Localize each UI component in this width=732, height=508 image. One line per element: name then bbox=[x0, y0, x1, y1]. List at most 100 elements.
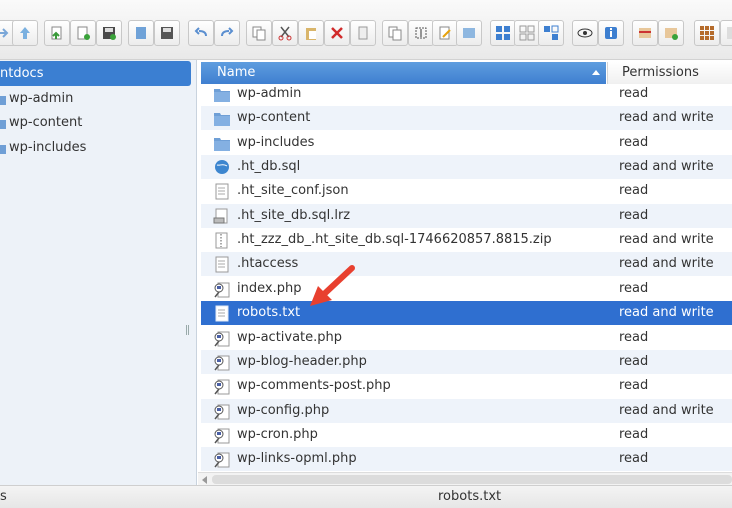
table-row[interactable]: wp-blog-header.php read bbox=[201, 349, 732, 374]
file-name: .ht_site_conf.json bbox=[237, 183, 349, 199]
column-header-label: Name bbox=[217, 65, 256, 80]
file-name: wp-activate.php bbox=[237, 329, 343, 345]
file-permissions: read bbox=[619, 451, 649, 467]
table-row[interactable]: .ht_site_conf.json read bbox=[201, 179, 732, 203]
file-permissions: read bbox=[619, 207, 649, 223]
duplicate-button[interactable] bbox=[382, 20, 408, 46]
tree-item-selected[interactable]: ntdocs bbox=[0, 61, 191, 86]
php-file-icon bbox=[214, 404, 230, 420]
file-name: wp-admin bbox=[237, 86, 302, 101]
rename-button[interactable] bbox=[408, 20, 434, 46]
archive-button[interactable] bbox=[632, 20, 658, 46]
status-left-text: s bbox=[0, 489, 7, 504]
redo-button[interactable] bbox=[214, 20, 240, 46]
horizontal-scrollbar[interactable] bbox=[198, 472, 732, 485]
table-row-selected[interactable]: robots.txt read and write bbox=[201, 301, 732, 326]
file-permissions: read and write bbox=[619, 305, 714, 321]
document-icon bbox=[215, 183, 229, 200]
open-button[interactable] bbox=[128, 20, 154, 46]
file-permissions: read and write bbox=[619, 402, 714, 418]
file-permissions: read bbox=[619, 183, 649, 199]
php-file-icon bbox=[214, 282, 230, 298]
new-file-button[interactable] bbox=[70, 20, 96, 46]
select-all-button[interactable] bbox=[538, 20, 564, 46]
file-name: wp-blog-header.php bbox=[237, 353, 367, 369]
table-row[interactable]: wp-comments-post.php read bbox=[201, 374, 732, 398]
file-name: .ht_site_db.sql.lrz bbox=[237, 207, 351, 223]
paste-button[interactable] bbox=[298, 20, 324, 46]
table-row[interactable]: .ht_site_db.sql.lrz read bbox=[201, 203, 732, 228]
table-row[interactable]: wp-config.php read and write bbox=[201, 398, 732, 423]
save-as-button[interactable] bbox=[154, 20, 180, 46]
file-name: wp-content bbox=[237, 110, 311, 126]
column-header-name[interactable]: Name bbox=[201, 62, 606, 84]
table-row[interactable]: wp-links-opml.php read bbox=[201, 447, 732, 472]
file-name: wp-config.php bbox=[237, 402, 330, 418]
file-permissions: read bbox=[619, 426, 649, 442]
extract-button[interactable] bbox=[456, 20, 482, 46]
info-icon[interactable] bbox=[598, 20, 624, 46]
file-name: wp-includes bbox=[237, 134, 315, 150]
cut-icon[interactable] bbox=[272, 20, 298, 46]
php-file-icon bbox=[214, 452, 230, 468]
toolbar bbox=[0, 0, 732, 60]
undo-button[interactable] bbox=[188, 20, 214, 46]
folder-icon bbox=[214, 113, 230, 127]
settings-icon[interactable] bbox=[720, 20, 732, 46]
table-row[interactable]: wp-cron.php read bbox=[201, 423, 732, 447]
folder-icon bbox=[0, 120, 6, 129]
table-row[interactable]: wp-content read and write bbox=[201, 106, 732, 131]
copy-button[interactable] bbox=[246, 20, 272, 46]
php-file-icon bbox=[214, 379, 230, 395]
table-row[interactable]: wp-includes read bbox=[201, 131, 732, 155]
file-permissions: read bbox=[619, 134, 649, 150]
list-view-button[interactable] bbox=[514, 20, 540, 46]
zip-file-icon bbox=[215, 232, 228, 249]
delete-icon[interactable] bbox=[324, 20, 350, 46]
table-row[interactable]: .ht_zzz_db_.ht_site_db.sql-1746620857.88… bbox=[201, 228, 732, 252]
table-row[interactable]: wp-activate.php read bbox=[201, 326, 732, 350]
file-permissions: read and write bbox=[619, 159, 714, 175]
column-header-permissions[interactable]: Permissions bbox=[607, 62, 732, 84]
folder-icon bbox=[214, 137, 230, 151]
scrollbar-thumb[interactable] bbox=[212, 475, 732, 484]
grid-icon[interactable] bbox=[694, 20, 720, 46]
file-name: .htaccess bbox=[237, 256, 299, 272]
folder-icon bbox=[0, 145, 6, 154]
document-icon bbox=[215, 256, 229, 273]
table-row[interactable]: .htaccess read and write bbox=[201, 252, 732, 277]
empty-button[interactable] bbox=[350, 20, 376, 46]
folder-icon bbox=[214, 89, 230, 102]
file-name: wp-comments-post.php bbox=[237, 378, 391, 394]
icons-view-button[interactable] bbox=[490, 20, 516, 46]
php-file-icon bbox=[214, 355, 230, 371]
up-folder-button[interactable] bbox=[12, 20, 38, 46]
upload-button[interactable] bbox=[44, 20, 70, 46]
table-row[interactable]: index.php read bbox=[201, 277, 732, 301]
file-name: wp-cron.php bbox=[237, 426, 318, 442]
file-permissions: read and write bbox=[619, 256, 714, 272]
php-file-icon bbox=[214, 428, 230, 444]
annotation-arrow-icon bbox=[310, 265, 355, 306]
table-row[interactable]: wp-admin read bbox=[201, 82, 732, 106]
eye-icon[interactable] bbox=[572, 20, 598, 46]
scroll-left-icon[interactable] bbox=[202, 476, 207, 484]
file-permissions: read and write bbox=[619, 232, 714, 248]
file-list: Name Permissions wp-admin read wp-content r… bbox=[198, 60, 732, 485]
text-file-icon bbox=[215, 305, 229, 322]
folder-icon bbox=[0, 96, 6, 105]
extract-archive-button[interactable] bbox=[658, 20, 684, 46]
file-permissions: read bbox=[619, 86, 649, 101]
file-permissions: read bbox=[619, 378, 649, 394]
sort-ascending-icon bbox=[592, 70, 600, 75]
folder-tree: ntdocs wp-admin wp-content wp-includes bbox=[0, 60, 197, 485]
file-name: .ht_zzz_db_.ht_site_db.sql-1746620857.88… bbox=[237, 232, 552, 248]
php-file-icon bbox=[214, 331, 230, 346]
file-permissions: read and write bbox=[619, 110, 714, 126]
edit-button[interactable] bbox=[432, 20, 458, 46]
table-row[interactable]: .ht_db.sql read and write bbox=[201, 155, 732, 180]
save-button[interactable] bbox=[96, 20, 122, 46]
panel-resize-handle[interactable] bbox=[186, 325, 189, 335]
file-permissions: read bbox=[619, 329, 649, 345]
tree-item-label: wp-includes bbox=[9, 140, 87, 155]
